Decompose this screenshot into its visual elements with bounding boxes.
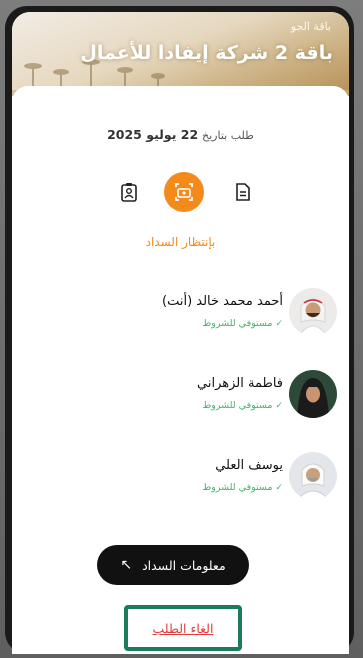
member-status-text: مستوفي للشروط [202, 318, 273, 329]
person-avatar-icon [289, 452, 337, 500]
member-status-text: مستوفي للشروط [202, 482, 273, 493]
member-eligibility-status: ✓مستوفي للشروط [203, 482, 284, 493]
avatar [289, 370, 337, 418]
check-icon: ✓ [275, 483, 283, 493]
member-eligibility-status: ✓مستوفي للشروط [203, 400, 284, 411]
payment-info-label: معلومات السداد [142, 557, 226, 573]
avatar [289, 452, 337, 500]
app-screen: باقة الجو باقة 2 شركة إيفادا للأعمال طلب… [12, 12, 349, 654]
member-row: فاطمة الزهراني ✓مستوفي للشروط [12, 370, 349, 430]
id-card-icon [121, 183, 137, 202]
order-date-value: 22 يوليو 2025 [107, 127, 199, 142]
member-eligibility-status: ✓مستوفي للشروط [203, 318, 284, 329]
hero-banner: باقة الجو باقة 2 شركة إيفادا للأعمال [12, 12, 349, 96]
step-payment-active [164, 172, 204, 212]
member-name: فاطمة الزهراني [197, 376, 283, 391]
order-status: بإنتظار السداد [145, 235, 216, 249]
hero-subtitle: باقة الجو [290, 20, 331, 33]
check-icon: ✓ [275, 319, 283, 329]
progress-steps [12, 172, 349, 212]
payment-info-button[interactable]: معلومات السداد ↖ [97, 545, 249, 585]
arrow-up-left-icon: ↖ [120, 557, 133, 573]
person-avatar-icon [289, 288, 337, 336]
member-row: يوسف العلي ✓مستوفي للشروط [12, 452, 349, 512]
order-date-label: طلب بتاريخ [202, 129, 254, 142]
cancel-order-link[interactable]: الغاء الطلب [153, 621, 214, 636]
check-icon: ✓ [275, 401, 283, 411]
payment-scan-icon [175, 183, 193, 201]
member-status-text: مستوفي للشروط [202, 400, 273, 411]
member-name: أحمد محمد خالد (أنت) [162, 294, 283, 309]
cancel-highlight-box: الغاء الطلب [124, 605, 242, 651]
avatar [289, 288, 337, 336]
order-date: طلب بتاريخ 22 يوليو 2025 [12, 127, 349, 142]
member-row: أحمد محمد خالد (أنت) ✓مستوفي للشروط [12, 288, 349, 348]
page-title: باقة 2 شركة إيفادا للأعمال [80, 42, 333, 64]
device-background: باقة الجو باقة 2 شركة إيفادا للأعمال طلب… [0, 0, 363, 658]
person-avatar-icon [289, 370, 337, 418]
document-icon [236, 183, 250, 201]
member-name: يوسف العلي [215, 458, 283, 473]
